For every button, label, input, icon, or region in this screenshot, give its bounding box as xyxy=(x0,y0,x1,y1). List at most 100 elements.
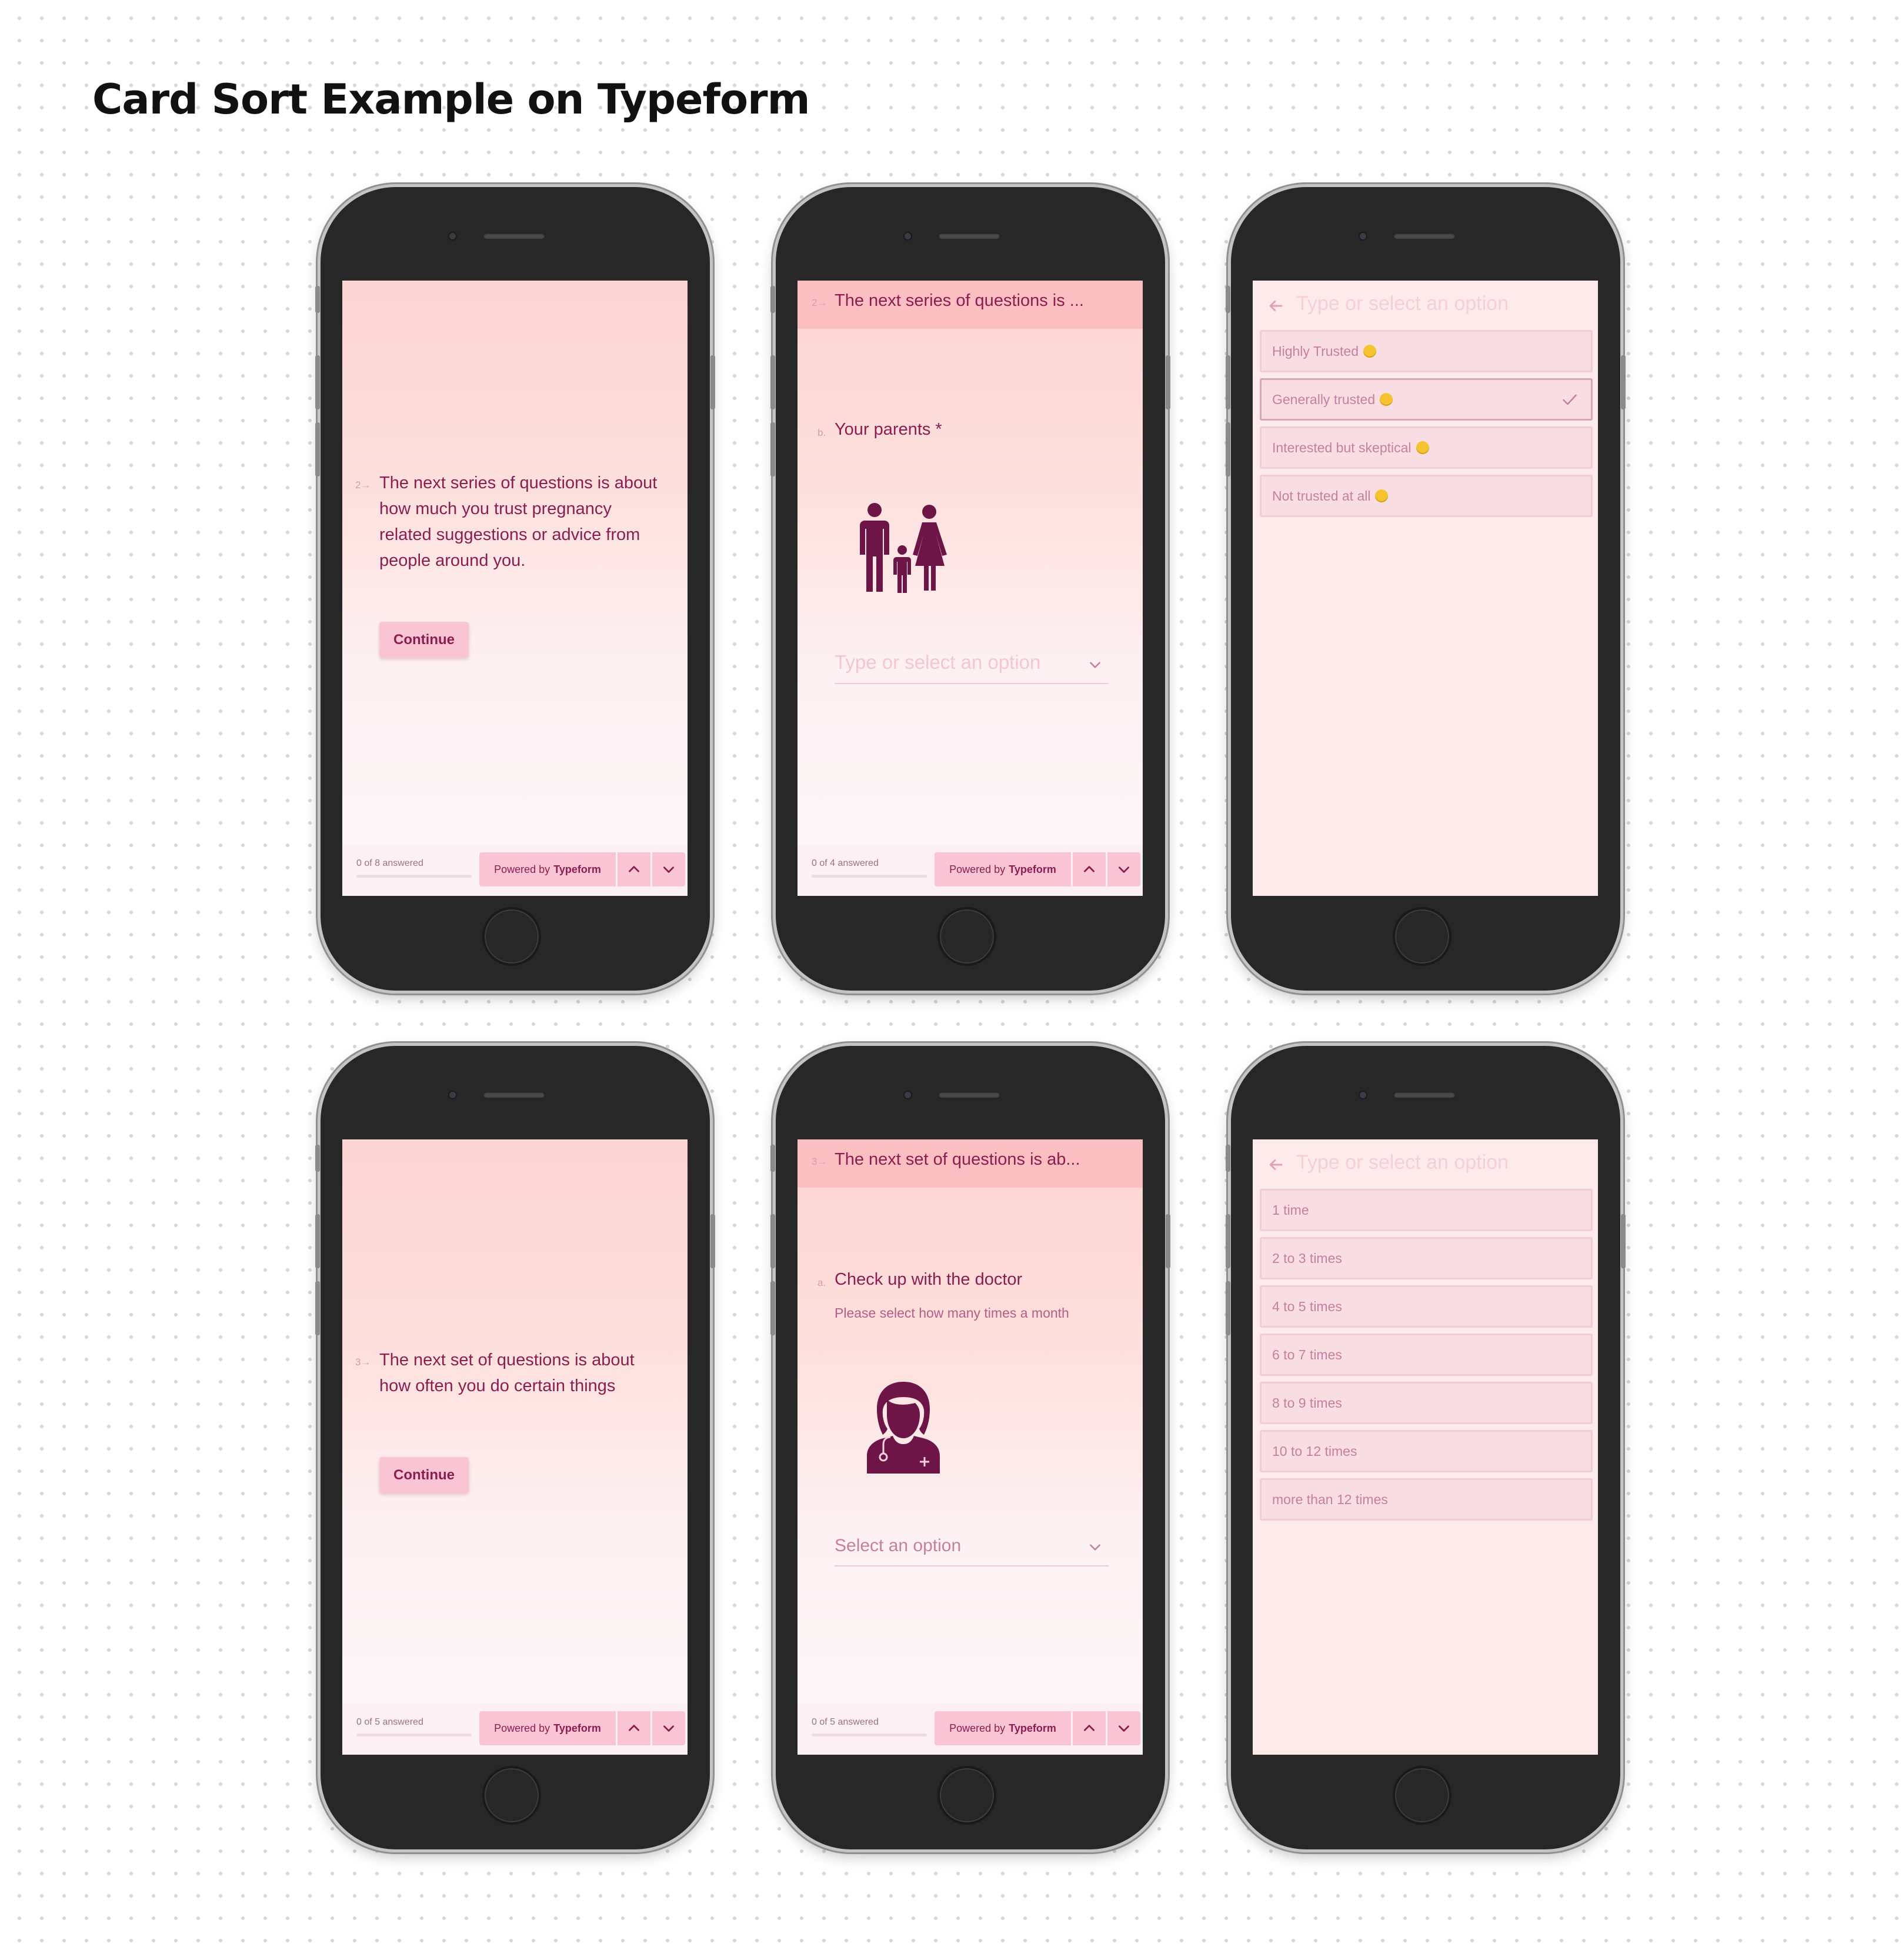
option-label: Interested but skeptical xyxy=(1272,439,1412,455)
form-footer: 0 of 8 answered Powered by Typeform xyxy=(342,845,688,896)
group-header-text: The next series of questions is ... xyxy=(835,291,1084,310)
front-camera xyxy=(1360,1092,1366,1098)
question-number: 3→ xyxy=(355,1356,371,1368)
progress-bar xyxy=(812,875,927,878)
form-footer: 0 of 5 answered Powered by Typeform xyxy=(342,1704,688,1755)
earpiece-speaker xyxy=(483,1092,545,1098)
option-8-to-9-times[interactable]: 8 to 9 times xyxy=(1260,1382,1593,1424)
thinking-emoji-icon xyxy=(1416,441,1429,454)
volume-up-button xyxy=(770,355,775,409)
progress-text: 0 of 5 answered xyxy=(812,1717,879,1727)
next-question-button[interactable] xyxy=(1107,1711,1140,1745)
back-arrow-icon[interactable] xyxy=(1267,1156,1284,1174)
next-question-button[interactable] xyxy=(652,1711,685,1745)
home-button xyxy=(482,907,541,966)
option-label: Not trusted at all xyxy=(1272,488,1371,504)
volume-up-button xyxy=(315,355,320,409)
continue-button[interactable]: Continue xyxy=(379,1457,469,1493)
front-camera xyxy=(449,1092,456,1098)
progress-text: 0 of 5 answered xyxy=(356,1717,423,1727)
brand-name: Typeform xyxy=(553,863,601,875)
option-label: Highly Trusted xyxy=(1272,343,1359,359)
group-header-text: The next set of questions is ab... xyxy=(835,1150,1080,1169)
answer-dropdown[interactable]: Type or select an option xyxy=(835,648,1109,684)
group-header-bar[interactable]: 3→ The next set of questions is ab... xyxy=(797,1139,1143,1188)
front-camera xyxy=(1360,233,1366,239)
statement-text: The next set of questions is about how o… xyxy=(379,1351,635,1395)
question-number: 2→ xyxy=(355,479,371,491)
chevron-down-icon xyxy=(663,866,674,873)
brand-name: Typeform xyxy=(553,1722,601,1734)
screen-question-parents: 2→ The next series of questions is ... b… xyxy=(797,281,1143,896)
volume-down-button xyxy=(770,422,775,476)
group-number: 2→ xyxy=(812,297,827,308)
option-label: 10 to 12 times xyxy=(1272,1443,1357,1459)
volume-up-button xyxy=(315,1214,320,1268)
powered-by-typeform-link[interactable]: Powered by Typeform xyxy=(479,1711,616,1745)
earpiece-speaker xyxy=(939,1092,1000,1098)
option-highly-trusted[interactable]: Highly Trusted xyxy=(1260,330,1593,372)
powered-prefix: Powered by xyxy=(494,863,550,875)
powered-by-typeform-link[interactable]: Powered by Typeform xyxy=(935,852,1071,886)
continue-button[interactable]: Continue xyxy=(379,622,469,658)
powered-by-typeform-link[interactable]: Powered by Typeform xyxy=(479,852,616,886)
previous-question-button[interactable] xyxy=(1073,852,1106,886)
chevron-up-icon xyxy=(1084,866,1095,872)
option-2-to-3-times[interactable]: 2 to 3 times xyxy=(1260,1237,1593,1279)
option-label: 4 to 5 times xyxy=(1272,1298,1342,1314)
option-10-to-12-times[interactable]: 10 to 12 times xyxy=(1260,1430,1593,1472)
progress-text: 0 of 4 answered xyxy=(812,858,879,868)
group-header-bar[interactable]: 2→ The next series of questions is ... xyxy=(797,281,1143,329)
volume-up-button xyxy=(1226,1214,1230,1268)
option-search[interactable]: Type or select an option xyxy=(1267,291,1584,322)
mute-switch xyxy=(315,1145,320,1172)
next-question-button[interactable] xyxy=(652,852,685,886)
question-number: a. xyxy=(817,1277,826,1288)
chevron-up-icon xyxy=(629,866,639,872)
option-search[interactable]: Type or select an option xyxy=(1267,1150,1584,1181)
option-more-than-12-times[interactable]: more than 12 times xyxy=(1260,1478,1593,1521)
phone-mockup-5: 3→ The next set of questions is ab... a.… xyxy=(770,1046,1170,1849)
search-placeholder: Type or select an option xyxy=(1296,1151,1509,1174)
option-interested-but-skeptical[interactable]: Interested but skeptical xyxy=(1260,426,1593,469)
previous-question-button[interactable] xyxy=(618,852,650,886)
chevron-down-icon xyxy=(1119,866,1129,873)
next-question-button[interactable] xyxy=(1107,852,1140,886)
answer-dropdown[interactable]: Select an option xyxy=(835,1530,1109,1566)
volume-up-button xyxy=(770,1214,775,1268)
question-description: Please select how many times a month xyxy=(835,1305,1069,1321)
previous-question-button[interactable] xyxy=(618,1711,650,1745)
family-icon xyxy=(860,503,947,593)
home-button xyxy=(482,1766,541,1825)
volume-down-button xyxy=(1226,422,1230,476)
option-not-trusted-at-all[interactable]: Not trusted at all xyxy=(1260,475,1593,517)
chevron-down-icon xyxy=(1090,662,1100,668)
statement-text: The next series of questions is about ho… xyxy=(379,474,658,570)
home-button xyxy=(1393,907,1451,966)
search-placeholder: Type or select an option xyxy=(1296,292,1509,315)
front-camera xyxy=(905,1092,911,1098)
previous-question-button[interactable] xyxy=(1073,1711,1106,1745)
powered-by-typeform-link[interactable]: Powered by Typeform xyxy=(935,1711,1071,1745)
back-arrow-icon[interactable] xyxy=(1267,297,1284,315)
volume-down-button xyxy=(315,1281,320,1335)
crying-laughing-emoji-icon xyxy=(1375,489,1389,502)
form-footer: 0 of 5 answered Powered by Typeform xyxy=(797,1704,1143,1755)
group-number: 3→ xyxy=(812,1156,827,1167)
power-button xyxy=(710,355,715,409)
option-generally-trusted[interactable]: Generally trusted xyxy=(1260,378,1593,421)
option-label: 8 to 9 times xyxy=(1272,1395,1342,1411)
option-6-to-7-times[interactable]: 6 to 7 times xyxy=(1260,1334,1593,1376)
powered-prefix: Powered by xyxy=(494,1722,550,1734)
smiling-emoji-icon xyxy=(1380,393,1393,406)
front-camera xyxy=(905,233,911,239)
option-4-to-5-times[interactable]: 4 to 5 times xyxy=(1260,1285,1593,1328)
screen-statement-trust: 2→ The next series of questions is about… xyxy=(342,281,688,896)
mute-switch xyxy=(1226,1145,1230,1172)
option-1-time[interactable]: 1 time xyxy=(1260,1189,1593,1231)
screen-question-doctor: 3→ The next set of questions is ab... a.… xyxy=(797,1139,1143,1755)
phone-mockup-3: Type or select an option Highly Trusted … xyxy=(1226,187,1626,991)
option-label: 2 to 3 times xyxy=(1272,1250,1342,1266)
question-number: b. xyxy=(817,427,826,438)
screen-statement-frequency: 3→ The next set of questions is about ho… xyxy=(342,1139,688,1755)
